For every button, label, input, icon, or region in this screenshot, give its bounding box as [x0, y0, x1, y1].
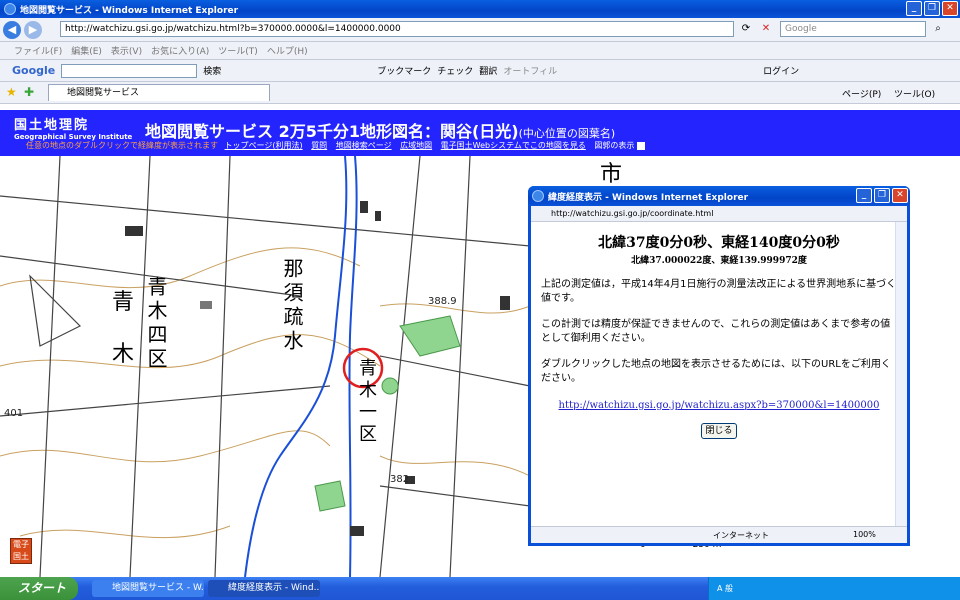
favorites-star-icon[interactable]: ★	[6, 85, 17, 99]
coordinate-popup: 緯度経度表示 - Windows Internet Explorer _ ❐ ✕…	[528, 186, 910, 546]
coordinate-decimal: 北緯37.000022度、東経139.999972度	[631, 256, 807, 266]
login-button[interactable]: ログイン	[763, 64, 799, 77]
menu-file[interactable]: ファイル(F)	[14, 44, 62, 57]
map-label-aoki-1ku: 青木一区	[356, 358, 377, 446]
bookmark-button[interactable]: ブックマーク	[377, 64, 431, 77]
popup-statusbar: インターネット 100%	[531, 526, 907, 543]
frame-display-label: 図郭の表示	[594, 141, 635, 150]
menu-help[interactable]: ヘルプ(H)	[267, 44, 308, 57]
tab-bar: ★ ✚ 地図閲覧サービス ページ(P) ツール(O)	[0, 82, 960, 104]
gsi-logo-jp: 国土地理院	[14, 118, 90, 133]
tools-menu[interactable]: ツール(O)	[894, 87, 935, 100]
system-tray: A 般	[708, 577, 960, 600]
denshi-kokudo-badge[interactable]: 電子国土	[10, 538, 32, 564]
link-map-search[interactable]: 地図検索ページ	[336, 141, 392, 150]
ime-indicator[interactable]: A 般	[717, 584, 733, 593]
minimize-button[interactable]: _	[906, 1, 922, 16]
link-top-page[interactable]: トップページ(利用法)	[225, 141, 303, 150]
gsi-logo[interactable]: 国土地理院 Geographical Survey Institute	[14, 114, 132, 141]
maximize-button[interactable]: ❐	[924, 1, 940, 16]
menu-tools[interactable]: ツール(T)	[218, 44, 258, 57]
map-label-ao: 青	[112, 290, 135, 315]
refresh-icon[interactable]: ⟳	[738, 21, 754, 37]
search-icon[interactable]: ⌕	[930, 21, 946, 37]
start-button[interactable]: スタート	[0, 577, 78, 600]
popup-titlebar: 緯度経度表示 - Windows Internet Explorer _ ❐ ✕	[528, 186, 910, 206]
popup-address: http://watchizu.gsi.go.jp/coordinate.htm…	[531, 206, 907, 222]
map-sheet-note: (中心位置の図葉名)	[518, 127, 616, 140]
popup-paragraph-2: この計測では精度が保証できませんので、これらの測定値はあくまで参考の値として御利…	[541, 319, 891, 344]
google-toolbar: Google 検索 ブックマーク チェック 翻訳 オートフィル ログイン	[0, 60, 960, 82]
map-label-aoki-4ku: 青木四区	[144, 276, 168, 372]
menu-edit[interactable]: 編集(E)	[71, 44, 102, 57]
double-click-hint: 任意の地点のダブルクリックで経緯度が表示されます	[26, 141, 218, 150]
address-toolbar: ◀ ▶ http://watchizu.gsi.go.jp/watchizu.h…	[0, 18, 960, 42]
taskbar-item-coordinate[interactable]: 緯度経度表示 - Wind...	[208, 580, 320, 597]
taskbar-item-map-service[interactable]: 地図閲覧サービス - W...	[92, 580, 204, 597]
close-popup-button[interactable]: 閉じる	[701, 423, 737, 439]
frame-display-checkbox[interactable]	[636, 141, 645, 150]
zoom-level[interactable]: 100%	[853, 530, 876, 539]
browser-title: 地図閲覧サービス - Windows Internet Explorer	[20, 5, 239, 16]
ie-icon	[532, 190, 544, 202]
search-input[interactable]: Google	[780, 21, 926, 37]
translate-button[interactable]: 翻訳	[479, 64, 497, 77]
map-sheet-title: 地図閲覧サービス 2万5千分1地形図名：関谷(日光)	[145, 122, 519, 141]
map-url-link[interactable]: http://watchizu.gsi.go.jp/watchizu.aspx?…	[541, 400, 897, 411]
site-header: 国土地理院 Geographical Survey Institute 地図閲覧…	[0, 110, 960, 156]
add-favorite-icon[interactable]: ✚	[24, 85, 34, 99]
map-label-nasu-sosui: 那須疏水	[280, 258, 304, 354]
site-links: 任意の地点のダブルクリックで経緯度が表示されます トップページ(利用法) 質問 …	[26, 140, 645, 151]
google-search-button[interactable]: 検索	[203, 64, 221, 77]
height-point: 388.9	[428, 296, 457, 307]
popup-maximize-button[interactable]: ❐	[874, 188, 890, 203]
forward-button[interactable]: ▶	[24, 20, 42, 39]
height-point: 382	[390, 474, 410, 485]
back-button[interactable]: ◀	[3, 20, 21, 39]
page-menu[interactable]: ページ(P)	[842, 87, 881, 100]
google-logo: Google	[12, 64, 56, 77]
browser-titlebar: 地図閲覧サービス - Windows Internet Explorer _ ❐…	[0, 0, 960, 18]
internet-zone-label: インターネット	[713, 531, 769, 540]
tab-map-service[interactable]: 地図閲覧サービス	[48, 84, 270, 101]
popup-paragraph-3: ダブルクリックした地点の地図を表示させるためには、以下のURLをご利用ください。	[541, 359, 891, 384]
map-label-shi: 市	[600, 162, 623, 187]
autofill-button[interactable]: オートフィル	[503, 64, 557, 77]
menu-view[interactable]: 表示(V)	[111, 44, 142, 57]
popup-content: 北緯37度0分0秒、東経140度0分0秒 北緯37.000022度、東経139.…	[531, 222, 907, 526]
stop-icon[interactable]: ✕	[758, 21, 774, 37]
ie-icon	[4, 3, 16, 15]
page-title: 地図閲覧サービス 2万5千分1地形図名：関谷(日光)(中心位置の図葉名)	[145, 118, 615, 142]
taskbar: スタート 地図閲覧サービス - W... 緯度経度表示 - Wind... A …	[0, 577, 960, 600]
link-wide-map[interactable]: 広域地図	[400, 141, 432, 150]
map-label-ki: 木	[112, 342, 135, 367]
height-point: 401	[4, 408, 24, 419]
popup-paragraph-1: 上記の測定値は，平成14年4月1日施行の測量法改正による世界測地系に基づく値です…	[541, 279, 897, 304]
check-button[interactable]: チェック	[437, 64, 473, 77]
popup-scrollbar[interactable]	[895, 222, 907, 526]
menu-favorites[interactable]: お気に入り(A)	[151, 44, 209, 57]
link-denshi-kokudo[interactable]: 電子国土Webシステムでこの地図を見る	[441, 141, 586, 150]
link-faq[interactable]: 質問	[311, 141, 327, 150]
menu-bar: ファイル(F) 編集(E) 表示(V) お気に入り(A) ツール(T) ヘルプ(…	[0, 42, 960, 60]
address-bar[interactable]: http://watchizu.gsi.go.jp/watchizu.html?…	[60, 21, 734, 37]
popup-minimize-button[interactable]: _	[856, 188, 872, 203]
google-search-input[interactable]	[61, 63, 198, 78]
close-button[interactable]: ✕	[942, 1, 958, 16]
coordinate-heading: 北緯37度0分0秒、東経140度0分0秒	[598, 235, 840, 251]
popup-close-button[interactable]: ✕	[892, 188, 908, 203]
popup-title: 緯度経度表示 - Windows Internet Explorer	[548, 192, 749, 203]
